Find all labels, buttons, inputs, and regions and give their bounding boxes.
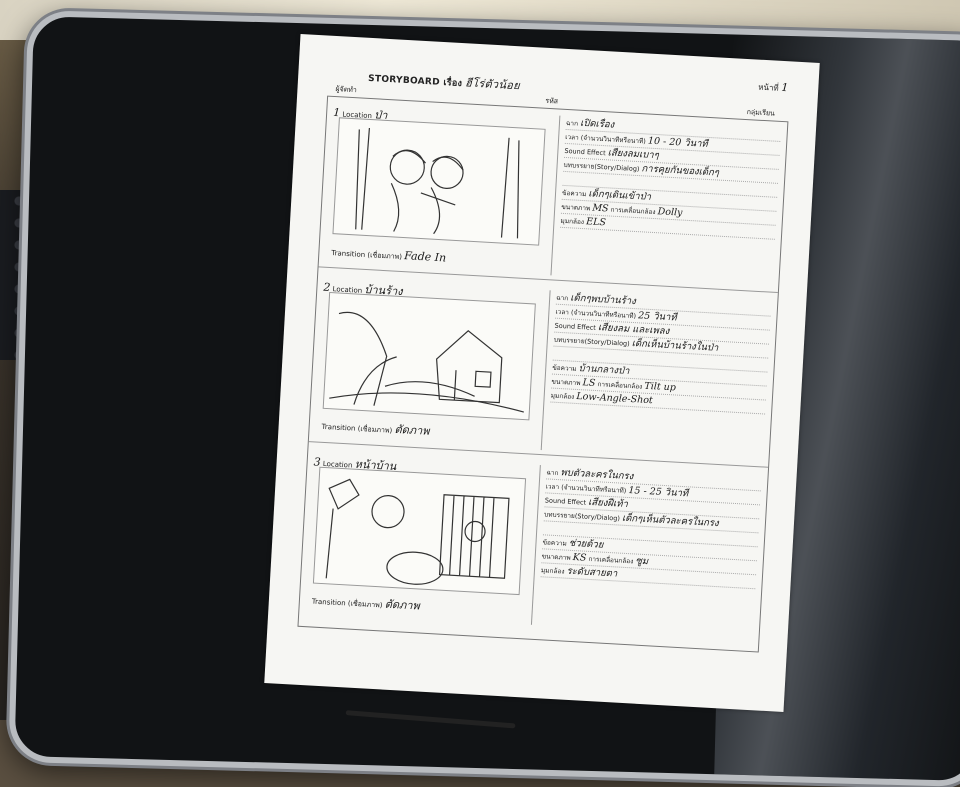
scene-frame: 3 Location หน้าบ้าน Transition (เชื่อมภา…	[305, 452, 534, 624]
page-number: หน้าที่ 1	[758, 80, 789, 96]
angle-value: ELS	[585, 216, 607, 229]
field-label: Sound Effect	[554, 321, 597, 332]
storyboard-sheet: STORYBOARD เรื่อง ฮีโร่ตัวน้อย หน้าที่ 1…	[264, 33, 820, 713]
field-label: บทบรรยาย(Story/Dialog)	[543, 510, 621, 523]
home-indicator	[345, 710, 516, 729]
field-label: ฉาก	[565, 118, 579, 128]
caption-value: ช่วยด้วย	[568, 537, 604, 551]
shot-size-value: LS	[582, 377, 596, 389]
camera-move-value: Tilt up	[644, 380, 677, 394]
transition-value: Fade In	[403, 249, 447, 265]
scene-row: 2 Location บ้านร้าง Transition (เชื่อมภา…	[308, 271, 778, 468]
field-label: เวลา (จำนวนวินาทีหรือนาที)	[564, 132, 647, 146]
shot-size-value: KS	[572, 552, 587, 564]
transition-label: Transition (เชื่อมภาพ)	[311, 597, 383, 610]
field-label: บทบรรยาย(Story/Dialog)	[553, 335, 630, 348]
field-label: การเคลื่อนกล้อง	[588, 554, 634, 566]
scene-info: ฉาก เปิดเรื่อง เวลา (จำนวนวินาทีหรือนาที…	[550, 115, 782, 288]
scene-info: ฉาก พบตัวละครในกรง เวลา (จำนวนวินาทีหรือ…	[530, 465, 762, 638]
field-label: มุมกล้อง	[550, 391, 575, 401]
duration-value: 15 - 25 วินาที	[628, 485, 689, 500]
camera-move-value: ซูม	[635, 555, 649, 568]
transition-row: Transition (เชื่อมภาพ) ตัดภาพ	[321, 416, 430, 440]
scene-sketch	[332, 117, 546, 246]
field-label: เวลา (จำนวนวินาทีหรือนาที)	[555, 307, 637, 321]
author-label: ผู้จัดทำ	[335, 85, 358, 95]
scene-info: ฉาก เด็กๆพบบ้านร้าง เวลา (จำนวนวินาทีหรื…	[540, 290, 772, 463]
sound-value: เสียงลมเบาๆ	[607, 147, 660, 162]
transition-label: Transition (เชื่อมภาพ)	[321, 422, 393, 435]
field-label: ข้อความ	[552, 363, 577, 373]
transition-label: Transition (เชื่อมภาพ)	[331, 249, 403, 261]
field-label: บทบรรยาย(Story/Dialog)	[563, 160, 640, 174]
field-label: การเคลื่อนกล้อง	[610, 205, 656, 217]
angle-value: ระดับสายตา	[566, 565, 618, 580]
scene-sketch	[322, 291, 536, 421]
scene-row: 3 Location หน้าบ้าน Transition (เชื่อมภา…	[299, 446, 768, 641]
transition-row: Transition (เชื่อมภาพ) Fade In	[331, 245, 446, 265]
angle-value: Low-Angle-Shot	[576, 390, 654, 407]
scene-name: เปิดเรื่อง	[579, 117, 615, 131]
field-label: ขนาดภาพ	[561, 202, 591, 213]
shot-size-value: MS	[592, 202, 609, 215]
field-label: ขนาดภาพ	[551, 377, 581, 388]
scene-frame: 1 Location ป่า Transition (เชื่อมภาพ) Fa…	[325, 103, 554, 275]
caption-value: เด็กๆเดินเข้าป่า	[588, 188, 652, 203]
transition-row: Transition (เชื่อมภาพ) ตัดภาพ	[311, 591, 420, 615]
scene-frame: 2 Location บ้านร้าง Transition (เชื่อมภา…	[315, 278, 544, 450]
duration-value: 25 วินาที	[637, 310, 677, 324]
scene-sketch	[312, 466, 527, 596]
scene-row: 1 Location ป่า Transition (เชื่อมภาพ) Fa…	[318, 96, 788, 294]
field-label: มุมกล้อง	[540, 566, 565, 576]
title-value: ฮีโร่ตัวน้อย	[464, 76, 521, 93]
transition-value: ตัดภาพ	[394, 422, 430, 438]
field-label: ฉาก	[546, 468, 559, 478]
field-label: ขนาดภาพ	[541, 552, 571, 562]
transition-value: ตัดภาพ	[384, 597, 421, 613]
field-label: Sound Effect	[544, 496, 587, 507]
page-label: หน้าที่	[757, 82, 779, 93]
field-label: การเคลื่อนกล้อง	[597, 380, 643, 391]
field-label: Sound Effect	[564, 146, 606, 158]
id-label: รหัส	[545, 96, 559, 106]
field-label: ฉาก	[556, 293, 569, 303]
scene-name: เด็กๆพบบ้านร้าง	[570, 292, 637, 308]
scene-grid: 1 Location ป่า Transition (เชื่อมภาพ) Fa…	[297, 95, 789, 653]
caption-value: บ้านกลางป่า	[578, 363, 630, 377]
camera-move-value: Dolly	[657, 206, 683, 219]
page-value: 1	[780, 80, 789, 95]
field-label: มุมกล้อง	[560, 216, 585, 227]
group-label: กลุ่มเรียน	[746, 108, 776, 118]
field-label: ข้อความ	[561, 188, 587, 199]
duration-value: 10 - 20 วินาที	[647, 135, 709, 150]
field-label: ข้อความ	[542, 538, 568, 548]
field-label: เวลา (จำนวนวินาทีหรือนาที)	[545, 482, 627, 495]
sound-value: เสียงฝีเท้า	[587, 496, 629, 510]
